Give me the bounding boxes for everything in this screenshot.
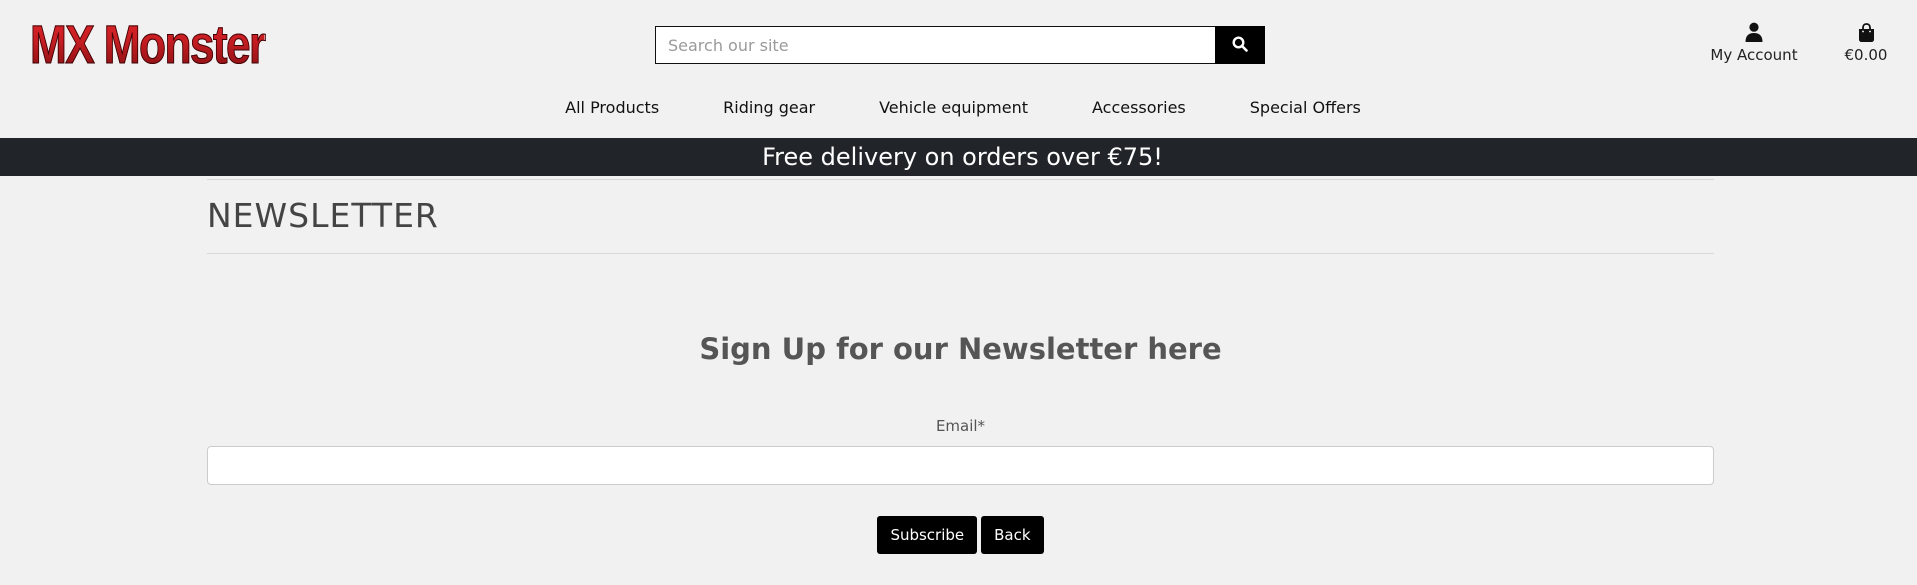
nav-item-vehicle-equipment[interactable]: Vehicle equipment bbox=[879, 98, 1028, 117]
form-actions: Subscribe Back bbox=[207, 516, 1714, 554]
divider bbox=[207, 253, 1714, 254]
search-form bbox=[655, 26, 1265, 64]
search-icon bbox=[1232, 35, 1248, 55]
site-header: MX Monster My Account bbox=[0, 0, 1917, 138]
subscribe-button[interactable]: Subscribe bbox=[877, 516, 978, 554]
newsletter-form: Sign Up for our Newsletter here Email* S… bbox=[207, 331, 1714, 554]
user-icon bbox=[1700, 20, 1808, 44]
email-label: Email* bbox=[935, 417, 986, 435]
search-input[interactable] bbox=[655, 26, 1215, 64]
my-account-label: My Account bbox=[1710, 46, 1798, 64]
form-heading: Sign Up for our Newsletter here bbox=[699, 332, 1222, 366]
email-field[interactable] bbox=[207, 446, 1714, 485]
main-navigation: All Products Riding gear Vehicle equipme… bbox=[0, 98, 1917, 117]
cart-link[interactable]: €0.00 bbox=[1836, 20, 1896, 64]
delivery-banner: Free delivery on orders over €75! bbox=[0, 138, 1917, 176]
nav-item-riding-gear[interactable]: Riding gear bbox=[723, 98, 815, 117]
nav-item-special-offers[interactable]: Special Offers bbox=[1250, 98, 1361, 117]
cart-total: €0.00 bbox=[1844, 46, 1888, 64]
page-title: NEWSLETTER bbox=[207, 196, 439, 235]
delivery-banner-text: Free delivery on orders over €75! bbox=[762, 143, 1163, 171]
nav-item-all-products[interactable]: All Products bbox=[565, 98, 659, 117]
divider bbox=[207, 179, 1714, 180]
back-button[interactable]: Back bbox=[981, 516, 1044, 554]
site-logo[interactable]: MX Monster bbox=[30, 14, 267, 76]
shopping-bag-icon bbox=[1836, 20, 1896, 44]
newsletter-page: NEWSLETTER Sign Up for our Newsletter he… bbox=[207, 179, 1714, 554]
nav-item-accessories[interactable]: Accessories bbox=[1092, 98, 1186, 117]
my-account-link[interactable]: My Account bbox=[1700, 20, 1808, 64]
search-button[interactable] bbox=[1215, 26, 1265, 64]
